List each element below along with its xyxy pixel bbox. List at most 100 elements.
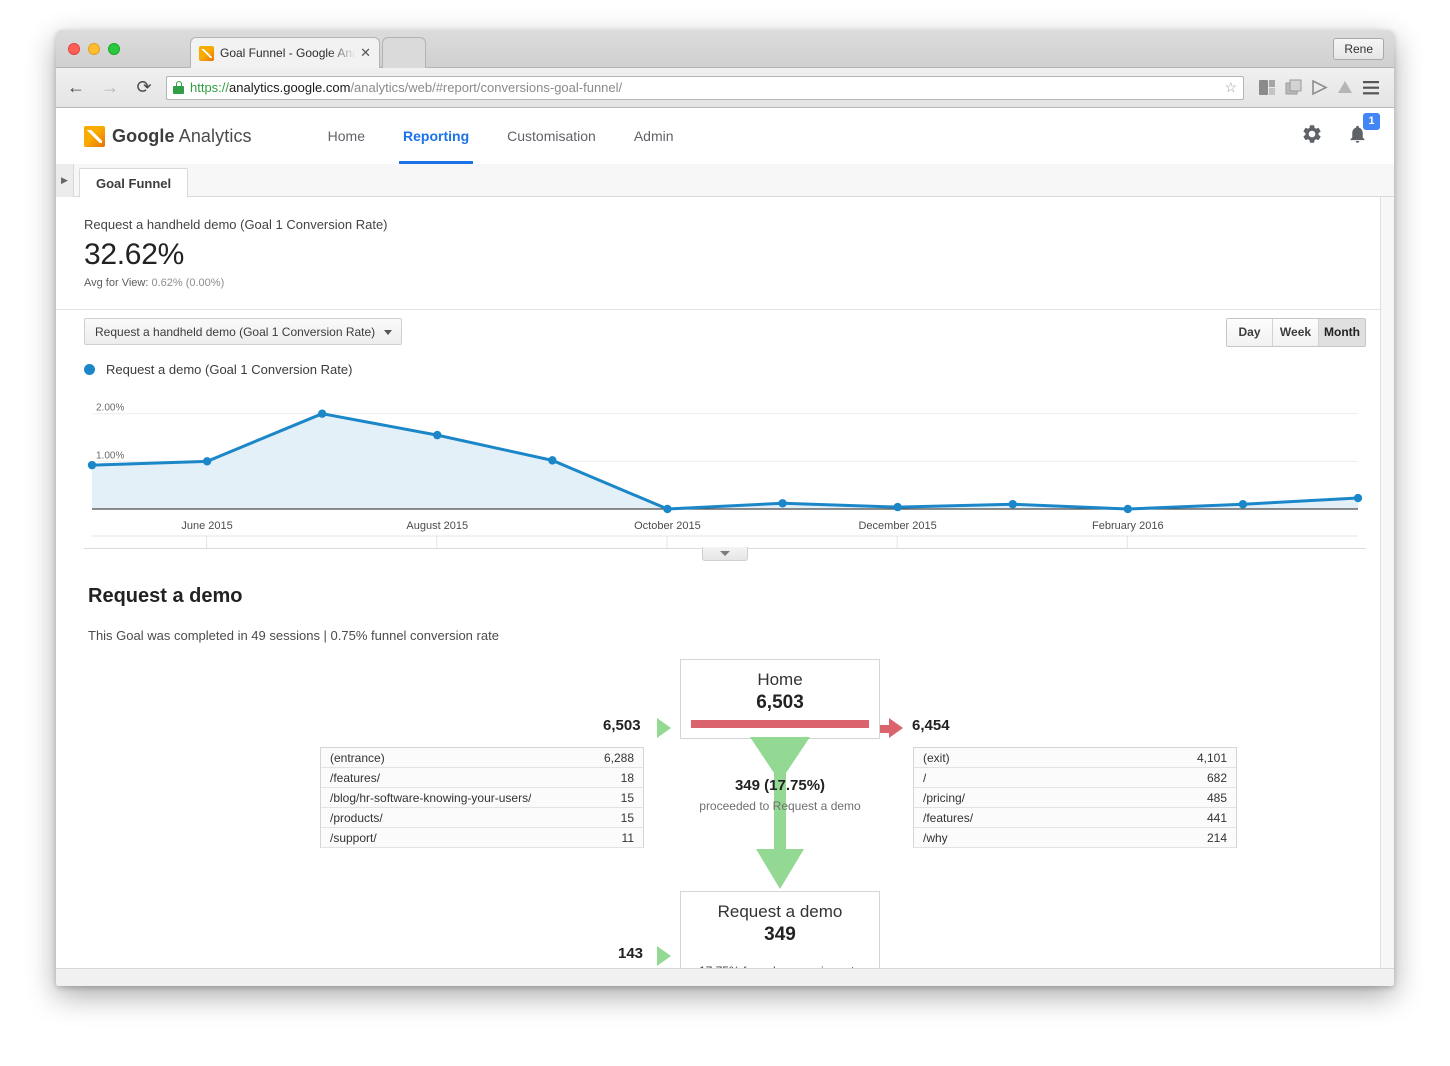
exit-value: 682 (1206, 770, 1227, 785)
granularity-month-button[interactable]: Month (1319, 319, 1365, 346)
table-row[interactable]: (entrance) 6,288 (321, 748, 643, 768)
reload-button[interactable]: ⟳ (130, 74, 158, 102)
chart-legend: Request a demo (Goal 1 Conversion Rate) (56, 354, 1394, 377)
bookmark-star-icon[interactable]: ☆ (1218, 79, 1237, 96)
google-analytics-app: Google Analytics Home Reporting Customis… (56, 108, 1394, 986)
new-tab-button[interactable] (382, 37, 426, 68)
browser-toolbar: ← → ⟳ https://analytics.google.com/analy… (56, 68, 1394, 108)
tab-goal-funnel[interactable]: Goal Funnel (79, 168, 189, 198)
entrance-value: 6,288 (603, 750, 634, 765)
funnel-proceeded-text: proceeded to Request a demo (699, 799, 861, 813)
chart-controls: Request a handheld demo (Goal 1 Conversi… (56, 310, 1394, 354)
table-row[interactable]: /features/18 (321, 768, 643, 788)
funnel-step-home-count: 6,503 (756, 692, 804, 713)
nav-item-admin[interactable]: Admin (634, 108, 674, 164)
url-text: https://analytics.google.com/analytics/w… (190, 80, 622, 95)
table-row[interactable]: (exit) 4,101 (914, 748, 1236, 768)
package-extension-icon[interactable] (1280, 74, 1306, 102)
table-row[interactable]: /support/11 (321, 828, 643, 848)
entrance-path: /products/ (330, 810, 383, 825)
svg-text:June 2015: June 2015 (181, 520, 232, 532)
granularity-day-button[interactable]: Day (1227, 319, 1273, 346)
browser-tab-goal-funnel[interactable]: Goal Funnel - Google Analy ✕ (190, 37, 380, 68)
content-scrollbar[interactable] (1380, 197, 1394, 986)
exit-value: 4,101 (1196, 750, 1227, 765)
browser-tab-title: Goal Funnel - Google Analy (220, 46, 357, 60)
table-row[interactable]: /products/15 (321, 808, 643, 828)
summary-metric-title: Request a handheld demo (Goal 1 Conversi… (84, 217, 388, 232)
goal-funnel-section: Request a demo This Goal was completed i… (56, 549, 1394, 986)
funnel-exit-connector (880, 725, 889, 733)
exit-path: /why (923, 830, 948, 845)
ga-main-nav: Home Reporting Customisation Admin (328, 108, 712, 164)
browser-profile-button[interactable]: Rene (1333, 38, 1384, 60)
address-bar[interactable]: https://analytics.google.com/analytics/w… (166, 75, 1244, 100)
funnel-proceed-arrow-icon (750, 737, 810, 889)
window-close-button[interactable] (68, 43, 80, 55)
exit-path: (exit) (923, 750, 950, 765)
table-row[interactable]: / 682 (914, 768, 1236, 788)
nav-item-customisation[interactable]: Customisation (507, 108, 596, 164)
back-button[interactable]: ← (62, 74, 90, 102)
legend-marker-icon (84, 364, 95, 375)
funnel-proceeded-count: 349 (17.75%) (734, 777, 826, 794)
window-bottom-bar (56, 968, 1394, 986)
metric-select-dropdown[interactable]: Request a handheld demo (Goal 1 Conversi… (84, 318, 403, 345)
summary-metric-value: 32.62% (84, 238, 184, 271)
chart-collapse-handle[interactable] (702, 547, 748, 561)
funnel-subtitle: This Goal was completed in 49 sessions |… (88, 628, 499, 643)
sidebar-expand-toggle[interactable]: ▶ (56, 164, 74, 197)
entrance-value: 11 (621, 830, 634, 845)
chevron-down-icon (720, 551, 730, 556)
funnel-diagram: Home 6,503 6,503 6,454 (entrance) 6,288 /… (56, 659, 1394, 986)
play-extension-icon[interactable] (1306, 74, 1332, 102)
url-path: /analytics/web/#report/conversions-goal-… (350, 80, 623, 95)
funnel-step-demo-name: Request a demo (717, 902, 843, 921)
ga-header-actions: 1 (1301, 112, 1380, 150)
notifications-bell[interactable]: 1 (1347, 112, 1380, 150)
table-row[interactable]: /blog/hr-software-knowing-your-users/15 (321, 788, 643, 808)
entrance-value: 15 (620, 790, 634, 805)
funnel-step-home-name: Home (757, 670, 803, 689)
google-account-extension-icon[interactable] (1254, 74, 1280, 102)
conversion-rate-line-chart[interactable]: 1.00% 2.00% June 2015 August 2015 October 20… (84, 387, 1366, 561)
url-scheme: https:// (190, 80, 230, 95)
chevron-down-icon (384, 330, 393, 335)
browser-window: Goal Funnel - Google Analy ✕ Rene ← → ⟳ … (56, 30, 1394, 986)
browser-tab-strip: Goal Funnel - Google Analy ✕ Rene (56, 30, 1394, 68)
summary-panel: Request a handheld demo (Goal 1 Conversi… (56, 197, 1394, 310)
granularity-toggle-group: Day Week Month (1226, 318, 1366, 347)
table-row[interactable]: /features/441 (914, 808, 1236, 828)
funnel-exit-count: 6,454 (912, 717, 950, 734)
granularity-week-button[interactable]: Week (1273, 319, 1319, 346)
window-minimize-button[interactable] (88, 43, 100, 55)
funnel-step-demo-count: 349 (764, 924, 796, 945)
entrance-path: /support/ (330, 830, 377, 845)
close-icon[interactable]: ✕ (360, 45, 371, 61)
legend-label: Request a demo (Goal 1 Conversion Rate) (106, 362, 353, 377)
nav-item-reporting[interactable]: Reporting (399, 108, 474, 164)
exit-path: /pricing/ (923, 790, 966, 805)
funnel-step-home[interactable]: Home 6,503 (680, 659, 880, 739)
table-row[interactable]: /pricing/485 (914, 788, 1236, 808)
funnel-step-home-bar (691, 720, 869, 728)
gear-icon[interactable] (1301, 123, 1323, 150)
funnel-exit-table[interactable]: (exit) 4,101 / 682 /pricing/485 /features/… (913, 747, 1237, 848)
nav-item-home[interactable]: Home (328, 108, 365, 164)
funnel-entry-arrow-icon (657, 718, 671, 738)
summary-avg-label: Avg for View: (84, 277, 149, 289)
exit-value: 214 (1206, 830, 1227, 845)
browser-menu-icon[interactable] (1358, 74, 1384, 102)
google-analytics-logo[interactable]: Google Analytics (84, 125, 252, 147)
analytics-logo-icon (84, 125, 105, 147)
svg-text:August 2015: August 2015 (406, 520, 468, 532)
window-maximize-button[interactable] (108, 43, 120, 55)
forward-button[interactable]: → (96, 74, 124, 102)
logo-text-google: Google (112, 125, 175, 146)
google-drive-icon[interactable] (1332, 74, 1358, 102)
chart-svg: 1.00% 2.00% June 2015 August 2015 October 20… (87, 403, 1363, 549)
table-row[interactable]: /why 214 (914, 828, 1236, 848)
exit-value: 485 (1206, 790, 1227, 805)
funnel-entrance-table[interactable]: (entrance) 6,288 /features/18 /blog/hr-so… (320, 747, 644, 848)
entrance-value: 15 (620, 810, 634, 825)
